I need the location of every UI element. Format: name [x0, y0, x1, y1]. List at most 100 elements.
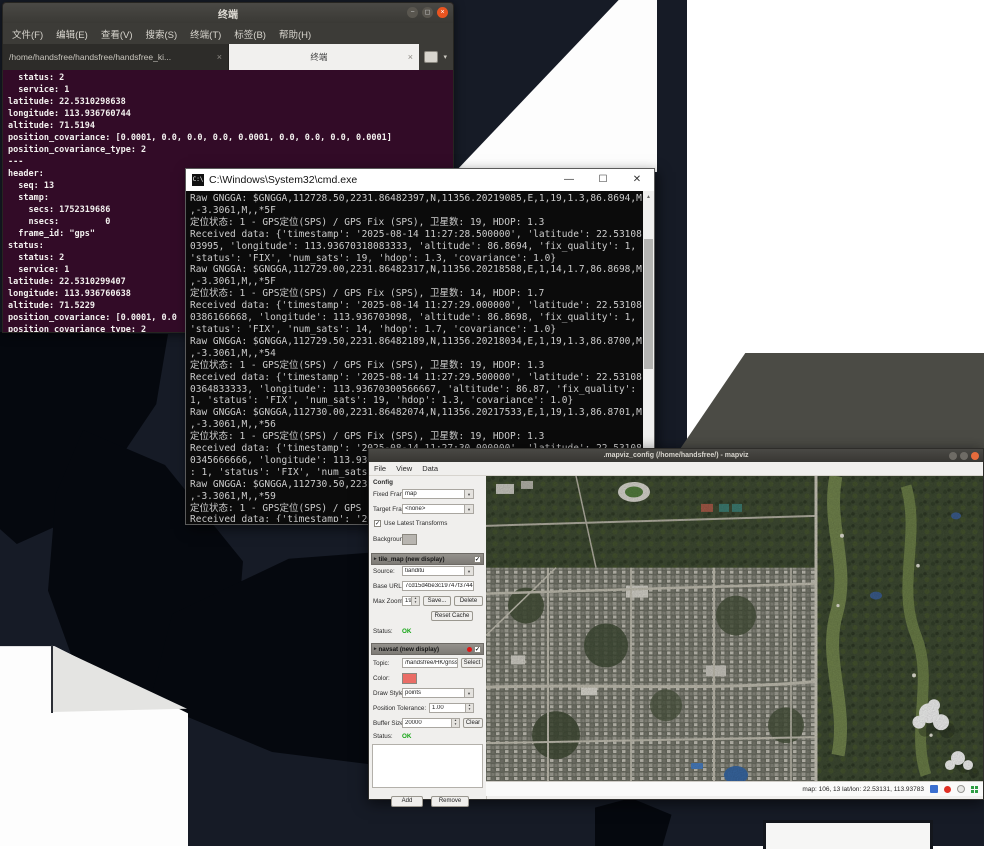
draw-style-value: points — [403, 690, 464, 696]
cmd-line: ,-3.3061,M,,*56 — [190, 419, 642, 431]
tile-map-status-value: OK — [402, 628, 411, 635]
position-tolerance-value: 1.00 — [430, 705, 465, 711]
navsat-status-value: OK — [402, 733, 411, 740]
select-button[interactable]: Select — [461, 658, 483, 668]
terminal-menu-item[interactable]: 文件(F) — [12, 27, 43, 41]
mapviz-menu-item[interactable]: File — [374, 464, 386, 473]
checkbox-checked-icon[interactable]: ✓ — [474, 556, 481, 563]
delete-button[interactable]: Delete — [454, 596, 483, 606]
terminal-line: latitude: 22.5310298638 — [8, 96, 453, 108]
navsat-section-header[interactable]: ▸ navsat (new display) ✓ — [371, 643, 484, 655]
fixed-frame-select[interactable]: map ▾ — [402, 489, 474, 499]
minimize-icon[interactable]: — — [552, 169, 586, 191]
source-select[interactable]: tianditu ▾ — [402, 566, 474, 576]
terminal-tab-active[interactable]: 终端 × — [229, 44, 419, 70]
mapviz-title: .mapviz_config (/home/handsfree/) - mapv… — [603, 452, 748, 459]
chevron-down-icon[interactable]: ▾ — [464, 490, 473, 498]
topic-input[interactable]: /handsfree/HK/gnss — [402, 658, 458, 668]
reset-cache-button[interactable]: Reset Cache — [431, 611, 473, 621]
draw-style-select[interactable]: points ▾ — [402, 688, 474, 698]
color-swatch[interactable] — [402, 673, 417, 684]
terminal-menu-item[interactable]: 查看(V) — [101, 27, 133, 41]
cmd-line: ,-3.3061,M,,*5F — [190, 276, 642, 288]
terminal-tab-inactive[interactable]: /home/handsfree/handsfree/handsfree_ki..… — [3, 44, 229, 70]
new-terminal-icon[interactable] — [424, 51, 438, 63]
base-url-input[interactable]: 7cd15d4be3c19747f3744cfd9cbaf — [402, 581, 474, 591]
minimize-icon[interactable]: − — [407, 7, 418, 18]
save-button[interactable]: Save... — [423, 596, 451, 606]
terminal-menu-item[interactable]: 搜索(S) — [145, 27, 177, 41]
cmd-line: 'status': 'FIX', 'num_sats': 14, 'hdop':… — [190, 324, 642, 336]
background-window-sliver — [763, 820, 933, 849]
tab-close-icon[interactable]: × — [217, 52, 222, 62]
satellite-map-view[interactable] — [486, 476, 983, 781]
stop-icon[interactable] — [957, 785, 965, 793]
spin-down-icon[interactable]: ▾ — [415, 601, 417, 605]
terminal-menu-item[interactable]: 终端(T) — [190, 27, 221, 41]
terminal-line: position_covariance_type: 2 — [8, 144, 453, 156]
satellite-map-image — [486, 476, 983, 781]
scroll-up-icon[interactable]: ▲ — [643, 191, 654, 203]
screenshot-icon[interactable] — [930, 785, 938, 793]
background-dark-line — [51, 645, 53, 713]
source-value: tianditu — [403, 568, 464, 574]
chevron-down-icon[interactable]: ▾ — [464, 505, 473, 513]
cmd-line: 定位状态: 1 - GPS定位(SPS) / GPS Fix (SPS), 卫星… — [190, 288, 642, 300]
add-button[interactable]: Add — [391, 796, 423, 807]
position-tolerance-spinner[interactable]: 1.00 ▴▾ — [429, 703, 474, 713]
expander-icon[interactable]: ▸ — [374, 646, 377, 652]
clear-button[interactable]: Clear — [463, 718, 483, 728]
buffer-size-spinner[interactable]: 20000 ▴▾ — [402, 718, 460, 728]
background-color-swatch[interactable] — [402, 534, 417, 545]
draw-style-label: Draw Style: — [373, 690, 405, 697]
target-frame-select[interactable]: <none> ▾ — [402, 504, 474, 514]
maximize-icon[interactable]: ◻ — [422, 7, 433, 18]
close-icon[interactable]: × — [437, 7, 448, 18]
cmd-line: Raw GNGGA: $GNGGA,112728.50,2231.8648239… — [190, 193, 642, 205]
remove-button[interactable]: Remove — [431, 796, 469, 807]
target-frame-value: <none> — [403, 506, 464, 512]
tab-label: 终端 — [235, 51, 403, 63]
background-navy-strip — [657, 0, 687, 452]
minimize-icon[interactable] — [949, 452, 957, 460]
terminal-line: status: 2 — [8, 72, 453, 84]
terminal-menu-item[interactable]: 编辑(E) — [56, 27, 88, 41]
chevron-down-icon[interactable]: ▾ — [443, 53, 447, 61]
mapviz-window[interactable]: .mapviz_config (/home/handsfree/) - mapv… — [368, 448, 984, 800]
maximize-icon[interactable]: ☐ — [586, 169, 620, 191]
cmd-line: 0386166668, 'longitude': 113.936703098, … — [190, 312, 642, 324]
mapviz-menu-item[interactable]: View — [396, 464, 412, 473]
record-icon[interactable] — [944, 786, 951, 793]
max-zoom-spinner[interactable]: 19 ▴▾ — [402, 596, 420, 606]
mapviz-menu-item[interactable]: Data — [422, 464, 438, 473]
cmd-line: 定位状态: 1 - GPS定位(SPS) / GPS Fix (SPS), 卫星… — [190, 217, 642, 229]
close-icon[interactable] — [971, 452, 979, 460]
terminal-menu-item[interactable]: 帮助(H) — [279, 27, 311, 41]
close-icon[interactable]: ✕ — [620, 169, 654, 191]
spin-down-icon[interactable]: ▾ — [455, 723, 457, 727]
tile-map-status-label: Status: — [373, 628, 393, 635]
cmd-line: Raw GNGGA: $GNGGA,112729.50,2231.8648218… — [190, 336, 642, 348]
cmd-line: Raw GNGGA: $GNGGA,112729.00,2231.8648231… — [190, 264, 642, 276]
mapviz-menubar: File View Data — [369, 462, 983, 476]
position-tolerance-label: Position Tolerance: — [373, 705, 426, 712]
expander-icon[interactable]: ▸ — [374, 556, 377, 562]
chevron-down-icon[interactable]: ▾ — [464, 567, 473, 575]
topic-label: Topic: — [373, 660, 389, 667]
terminal-titlebar[interactable]: 终端 − ◻ × — [3, 3, 453, 23]
scrollbar-thumb[interactable] — [644, 239, 653, 369]
chevron-down-icon[interactable]: ▾ — [464, 689, 473, 697]
display-list[interactable] — [372, 744, 483, 788]
cmd-line: 1, 'status': 'FIX', 'num_sats': 19, 'hdo… — [190, 395, 642, 407]
use-latest-transforms-row[interactable]: ✓ Use Latest Transforms — [374, 520, 447, 527]
checkbox-checked-icon[interactable]: ✓ — [374, 520, 381, 527]
maximize-icon[interactable] — [960, 452, 968, 460]
mapviz-titlebar[interactable]: .mapviz_config (/home/handsfree/) - mapv… — [369, 449, 983, 462]
cmd-titlebar[interactable]: C:\ C:\Windows\System32\cmd.exe — ☐ ✕ — [186, 169, 654, 191]
spin-down-icon[interactable]: ▾ — [469, 708, 471, 712]
tile-map-section-header[interactable]: ▸ tile_map (new display) ✓ — [371, 553, 484, 565]
tab-close-icon[interactable]: × — [408, 52, 413, 62]
grid-icon[interactable] — [971, 786, 974, 789]
checkbox-checked-icon[interactable]: ✓ — [474, 646, 481, 653]
terminal-menu-item[interactable]: 标签(B) — [234, 27, 266, 41]
